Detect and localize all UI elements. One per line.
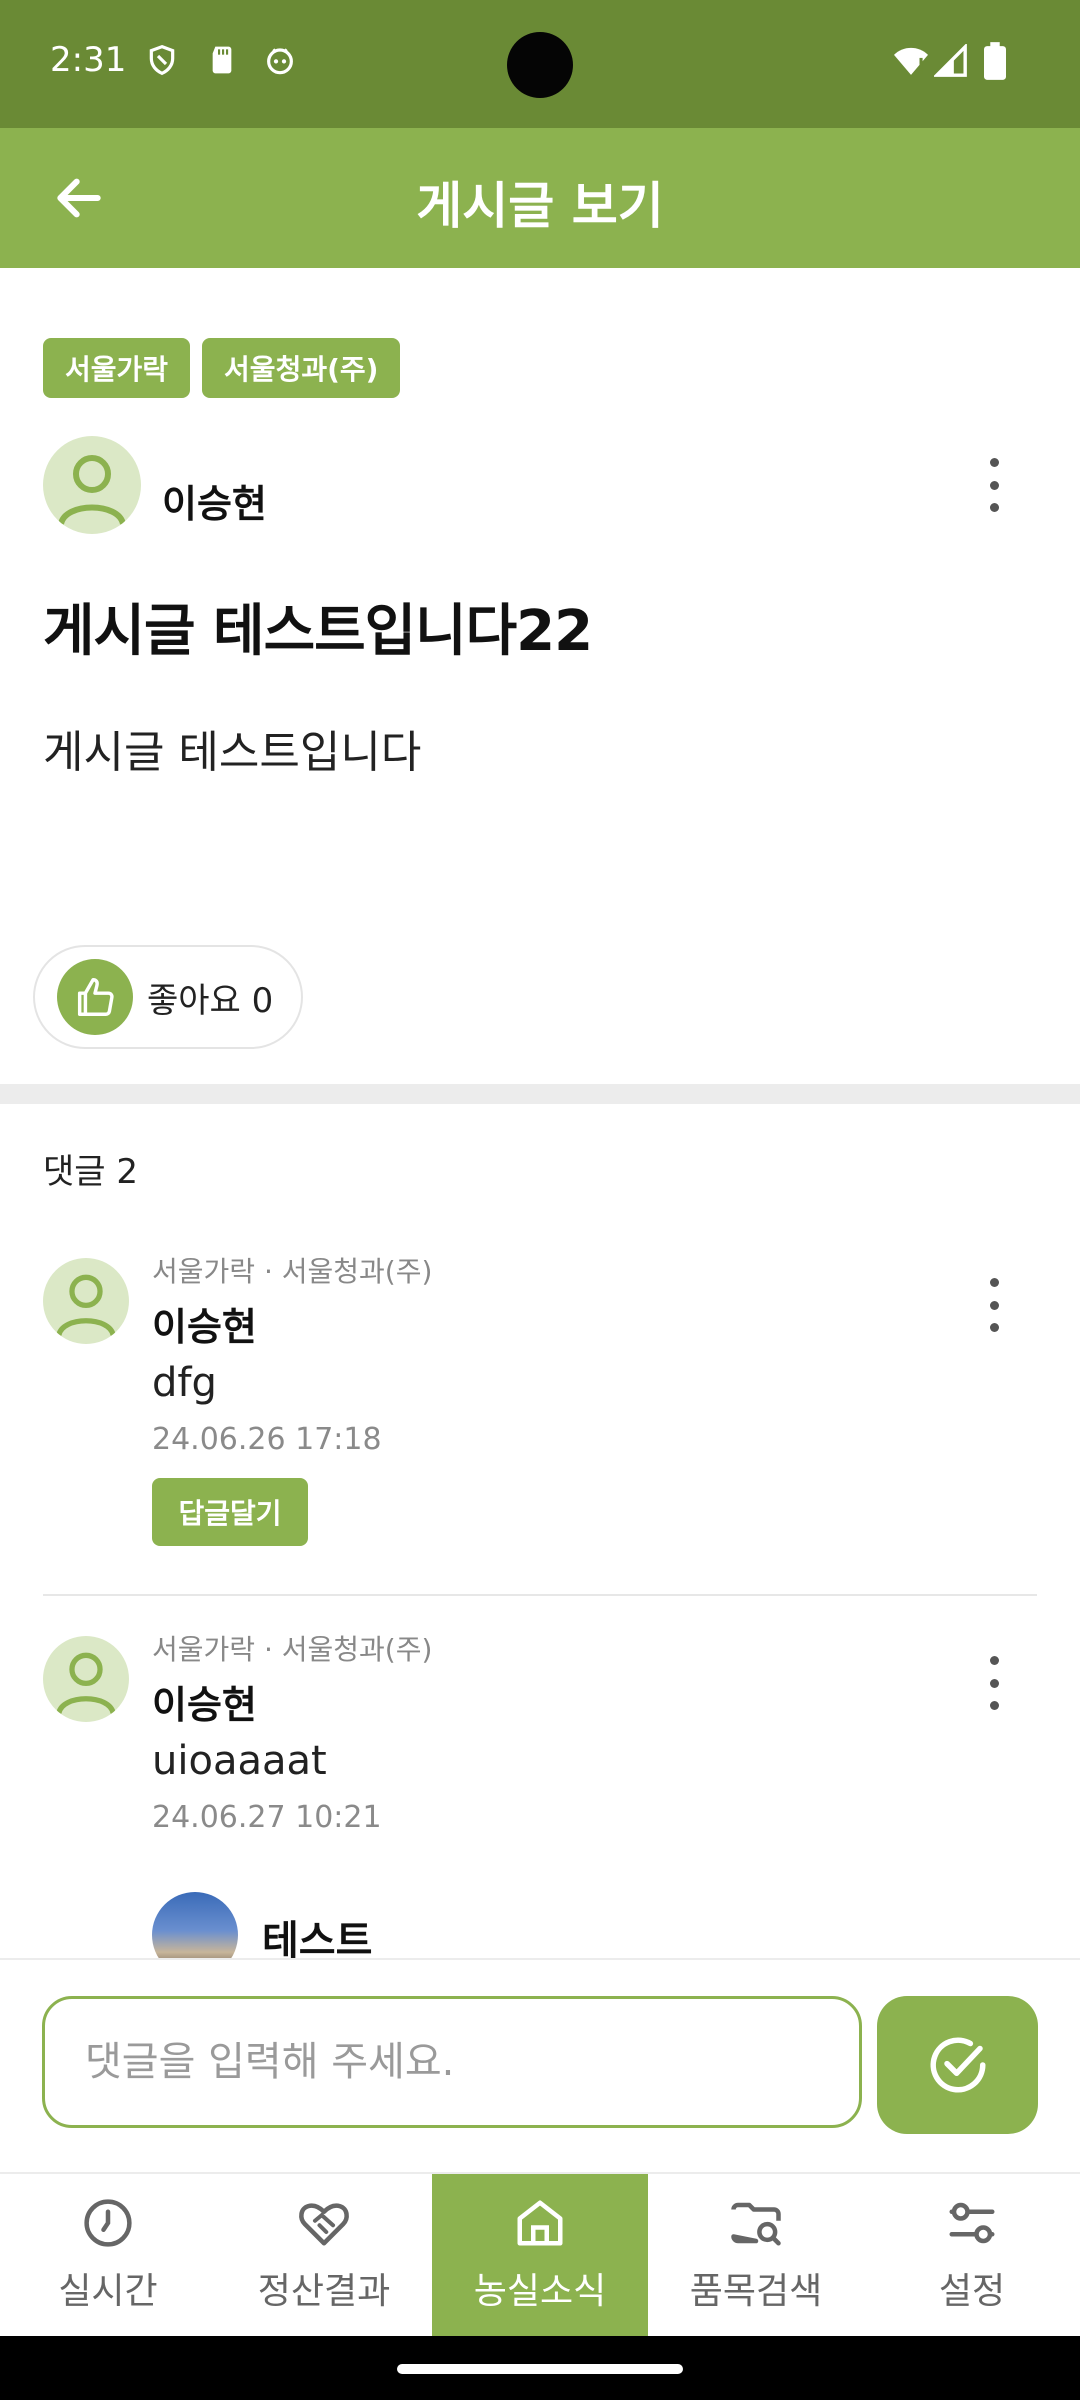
folder-search-icon <box>731 2202 781 2246</box>
comment-text: uioaaaat <box>152 1738 327 1784</box>
tag-company[interactable]: 서울청과(주) <box>202 338 401 398</box>
sd-card-icon <box>212 46 232 74</box>
tag-market[interactable]: 서울가락 <box>43 338 191 398</box>
more-dot-icon <box>989 1300 999 1310</box>
more-dot-icon <box>989 1678 999 1688</box>
nav-item-settings[interactable]: 설정 <box>864 2174 1080 2336</box>
signal-icon <box>934 44 967 77</box>
camera-cutout <box>507 32 573 98</box>
comment-author: 이승현 <box>152 1683 257 1727</box>
more-dot-icon <box>989 480 999 490</box>
post-body: 게시글 테스트입니다 <box>43 727 422 778</box>
comment-author: 이승현 <box>152 1305 257 1349</box>
shield-icon <box>149 44 175 76</box>
bottom-navigation: 실시간 정산결과 농실소식 품목검색 설정 <box>0 2172 1080 2336</box>
user-icon <box>56 1652 116 1715</box>
comment-more-button[interactable] <box>974 1648 1014 1718</box>
nav-item-search[interactable]: 품목검색 <box>648 2174 864 2336</box>
comments-count: 댓글 2 <box>43 1152 138 1192</box>
comment-affiliation: 서울가락 · 서울청과(주) <box>152 1255 433 1288</box>
status-time: 2:31 <box>50 40 127 80</box>
section-divider <box>0 1084 1080 1104</box>
post-more-button[interactable] <box>974 450 1014 520</box>
nav-label: 정산결과 <box>257 2271 391 2312</box>
handshake-heart-icon <box>299 2203 349 2246</box>
post-tags: 서울가락 서울청과(주) <box>43 338 401 398</box>
comment-avatar[interactable] <box>43 1258 129 1344</box>
submit-comment-button[interactable] <box>877 1996 1038 2134</box>
comment-more-button[interactable] <box>974 1270 1014 1340</box>
nav-label: 품목검색 <box>689 2271 823 2312</box>
post-card: 서울가락 서울청과(주) 이승현 게시글 테스트입니다22 게시글 테스트입니다… <box>0 268 1080 1084</box>
more-dot-icon <box>989 1656 999 1665</box>
comment-text: dfg <box>152 1360 217 1406</box>
comment-input-bar <box>0 1958 1080 2172</box>
wifi-icon <box>894 47 928 75</box>
home-icon <box>517 2200 563 2246</box>
post-title: 게시글 테스트입니다22 <box>43 599 593 664</box>
more-dot-icon <box>989 1701 999 1710</box>
home-gesture-handle[interactable] <box>397 2364 683 2374</box>
more-dot-icon <box>989 1278 999 1287</box>
nav-label: 농실소식 <box>473 2271 607 2312</box>
like-count: 좋아요 0 <box>147 980 274 1021</box>
gesture-navigation-bar <box>0 2336 1080 2400</box>
battery-icon <box>984 42 1006 80</box>
like-icon-circle <box>57 959 133 1035</box>
page-title: 게시글 보기 <box>416 177 664 235</box>
comment-date: 24.06.26 17:18 <box>152 1422 382 1457</box>
comment-avatar[interactable] <box>43 1636 129 1722</box>
nav-label: 설정 <box>938 2271 1006 2312</box>
thumbs-up-icon <box>77 978 114 1016</box>
reply-button[interactable]: 답글달기 <box>152 1478 308 1546</box>
author-avatar[interactable] <box>43 436 141 534</box>
status-bar: 2:31 <box>0 0 1080 128</box>
nav-item-news[interactable]: 농실소식 <box>432 2174 648 2336</box>
app-bar: 게시글 보기 <box>0 128 1080 268</box>
more-dot-icon <box>989 1323 999 1332</box>
clock-icon <box>84 2199 132 2247</box>
nav-label: 실시간 <box>58 2271 158 2312</box>
author-name: 이승현 <box>162 482 267 526</box>
nav-item-settlement[interactable]: 정산결과 <box>216 2174 432 2336</box>
like-button[interactable]: 좋아요 0 <box>33 945 303 1049</box>
sliders-icon <box>949 2202 995 2244</box>
user-icon <box>56 1274 116 1337</box>
check-circle-icon <box>930 2037 985 2093</box>
comment-input[interactable] <box>42 1996 862 2128</box>
robot-face-icon <box>267 48 293 75</box>
user-icon <box>58 455 126 526</box>
more-dot-icon <box>989 458 999 467</box>
comment-divider <box>43 1594 1037 1596</box>
nav-item-realtime[interactable]: 실시간 <box>0 2174 216 2336</box>
comment-date: 24.06.27 10:21 <box>152 1800 382 1835</box>
comment-affiliation: 서울가락 · 서울청과(주) <box>152 1633 433 1666</box>
more-dot-icon <box>989 503 999 512</box>
